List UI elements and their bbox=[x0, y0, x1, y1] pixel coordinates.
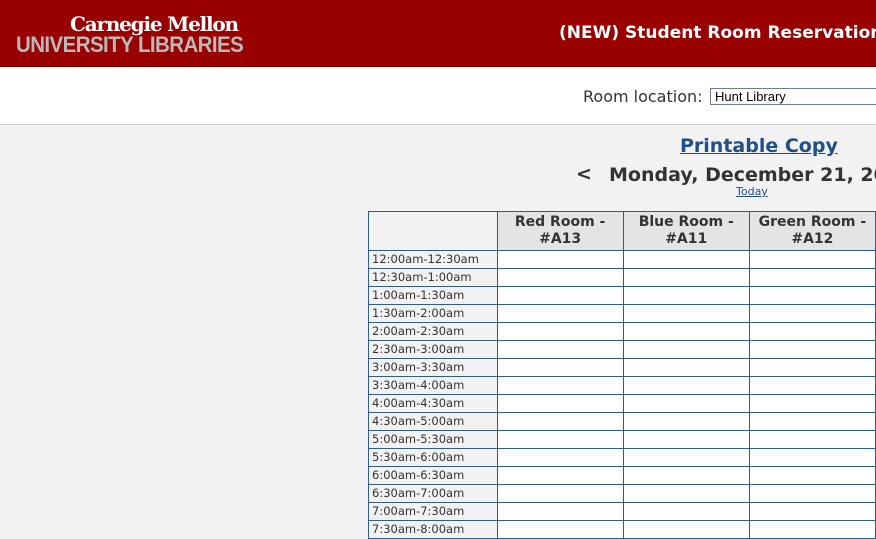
room-name: Blue Room - bbox=[638, 214, 734, 230]
room-name: Green Room - bbox=[758, 214, 867, 230]
previous-day-button[interactable]: < bbox=[576, 163, 592, 185]
reservation-slot[interactable] bbox=[622, 358, 750, 377]
room-header-red: Red Room - #A13 bbox=[496, 211, 624, 251]
reservation-slot[interactable] bbox=[622, 502, 750, 521]
time-slot-label: 12:00am-12:30am bbox=[368, 250, 498, 269]
time-slot-label: 2:30am-3:00am bbox=[368, 340, 498, 359]
reservation-slot[interactable] bbox=[622, 448, 750, 467]
time-slot-label: 3:00am-3:30am bbox=[368, 358, 498, 377]
site-header: Carnegie Mellon UNIVERSITY LIBRARIES (NE… bbox=[0, 0, 876, 67]
time-slot-label: 12:30am-1:00am bbox=[368, 268, 498, 287]
reservation-slot[interactable] bbox=[748, 304, 876, 323]
reservation-slot[interactable] bbox=[622, 466, 750, 485]
reservation-slot[interactable] bbox=[622, 412, 750, 431]
reservation-slot[interactable] bbox=[622, 394, 750, 413]
room-code: #A11 bbox=[665, 231, 708, 247]
logo-line-2: UNIVERSITY LIBRARIES bbox=[16, 32, 244, 57]
reservation-slot[interactable] bbox=[622, 376, 750, 395]
time-slot-label: 4:30am-5:00am bbox=[368, 412, 498, 431]
time-slot-label: 4:00am-4:30am bbox=[368, 394, 498, 413]
reservation-slot[interactable] bbox=[748, 502, 876, 521]
reservation-slot[interactable] bbox=[748, 268, 876, 287]
table-row: 1:00am-1:30am bbox=[368, 286, 876, 305]
reservation-slot[interactable] bbox=[496, 250, 624, 269]
table-row: 6:30am-7:00am bbox=[368, 484, 876, 503]
table-row: 1:30am-2:00am bbox=[368, 304, 876, 323]
reservation-slot[interactable] bbox=[496, 502, 624, 521]
reservation-slot[interactable] bbox=[748, 448, 876, 467]
reservation-slot[interactable] bbox=[748, 376, 876, 395]
reservation-slot[interactable] bbox=[622, 430, 750, 449]
table-row: 4:00am-4:30am bbox=[368, 394, 876, 413]
reservation-slot[interactable] bbox=[748, 358, 876, 377]
time-slot-label: 7:00am-7:30am bbox=[368, 502, 498, 521]
reservation-slot[interactable] bbox=[496, 322, 624, 341]
reservation-slot[interactable] bbox=[496, 304, 624, 323]
reservation-slot[interactable] bbox=[496, 484, 624, 503]
reservation-slot[interactable] bbox=[496, 376, 624, 395]
table-row: 3:30am-4:00am bbox=[368, 376, 876, 395]
today-link[interactable]: Today bbox=[736, 185, 768, 198]
app-title: (NEW) Student Room Reservation bbox=[559, 23, 876, 43]
printable-copy-link[interactable]: Printable Copy bbox=[680, 135, 838, 157]
reservation-slot[interactable] bbox=[748, 322, 876, 341]
time-slot-label: 5:30am-6:00am bbox=[368, 448, 498, 467]
reservation-slot[interactable] bbox=[496, 430, 624, 449]
reservation-slot[interactable] bbox=[748, 340, 876, 359]
time-slot-label: 5:00am-5:30am bbox=[368, 430, 498, 449]
time-slot-label: 2:00am-2:30am bbox=[368, 322, 498, 341]
room-location-label: Room location: bbox=[583, 87, 703, 106]
reservation-slot[interactable] bbox=[496, 466, 624, 485]
table-row: 6:00am-6:30am bbox=[368, 466, 876, 485]
reservation-slot[interactable] bbox=[748, 394, 876, 413]
table-row: 5:30am-6:00am bbox=[368, 448, 876, 467]
cmu-libraries-logo[interactable]: Carnegie Mellon UNIVERSITY LIBRARIES bbox=[16, 12, 244, 57]
reservation-slot[interactable] bbox=[748, 484, 876, 503]
reservation-slot[interactable] bbox=[748, 466, 876, 485]
time-slot-label: 6:30am-7:00am bbox=[368, 484, 498, 503]
reservation-slot[interactable] bbox=[622, 322, 750, 341]
room-code: #A12 bbox=[791, 231, 834, 247]
schedule-header-row: Red Room - #A13 Blue Room - #A11 Green R… bbox=[368, 211, 876, 251]
reservation-slot[interactable] bbox=[496, 412, 624, 431]
reservation-schedule-table: Red Room - #A13 Blue Room - #A11 Green R… bbox=[368, 211, 876, 539]
reservation-slot[interactable] bbox=[622, 304, 750, 323]
time-slot-label: 6:00am-6:30am bbox=[368, 466, 498, 485]
table-row: 12:00am-12:30am bbox=[368, 250, 876, 269]
time-slot-label: 1:00am-1:30am bbox=[368, 286, 498, 305]
reservation-slot[interactable] bbox=[496, 358, 624, 377]
schedule-body: 12:00am-12:30am 12:30am-1:00am 1:00am-1:30… bbox=[368, 250, 876, 539]
reservation-slot[interactable] bbox=[496, 448, 624, 467]
location-bar: Room location: Hunt Library bbox=[0, 67, 876, 125]
reservation-slot[interactable] bbox=[622, 268, 750, 287]
table-row: 5:00am-5:30am bbox=[368, 430, 876, 449]
reservation-slot[interactable] bbox=[748, 412, 876, 431]
current-date: Monday, December 21, 2015 bbox=[609, 164, 876, 186]
table-row: 4:30am-5:00am bbox=[368, 412, 876, 431]
table-row: 2:00am-2:30am bbox=[368, 322, 876, 341]
reservation-slot[interactable] bbox=[496, 340, 624, 359]
table-row: 2:30am-3:00am bbox=[368, 340, 876, 359]
corner-cell bbox=[368, 211, 498, 251]
time-slot-label: 3:30am-4:00am bbox=[368, 376, 498, 395]
time-slot-label: 1:30am-2:00am bbox=[368, 304, 498, 323]
room-header-blue: Blue Room - #A11 bbox=[622, 211, 750, 251]
reservation-slot[interactable] bbox=[496, 286, 624, 305]
reservation-slot[interactable] bbox=[622, 484, 750, 503]
room-code: #A13 bbox=[539, 231, 582, 247]
reservation-slot[interactable] bbox=[496, 394, 624, 413]
reservation-slot[interactable] bbox=[622, 340, 750, 359]
reservation-slot[interactable] bbox=[748, 250, 876, 269]
reservation-slot[interactable] bbox=[748, 286, 876, 305]
room-header-green: Green Room - #A12 bbox=[748, 211, 876, 251]
room-name: Red Room - bbox=[514, 214, 606, 230]
reservation-slot[interactable] bbox=[748, 430, 876, 449]
reservation-slot[interactable] bbox=[622, 286, 750, 305]
table-row: 3:00am-3:30am bbox=[368, 358, 876, 377]
reservation-slot[interactable] bbox=[622, 250, 750, 269]
table-row: 12:30am-1:00am bbox=[368, 268, 876, 287]
table-row: 7:00am-7:30am bbox=[368, 502, 876, 521]
room-location-select[interactable]: Hunt Library bbox=[710, 88, 876, 105]
reservation-slot[interactable] bbox=[496, 268, 624, 287]
